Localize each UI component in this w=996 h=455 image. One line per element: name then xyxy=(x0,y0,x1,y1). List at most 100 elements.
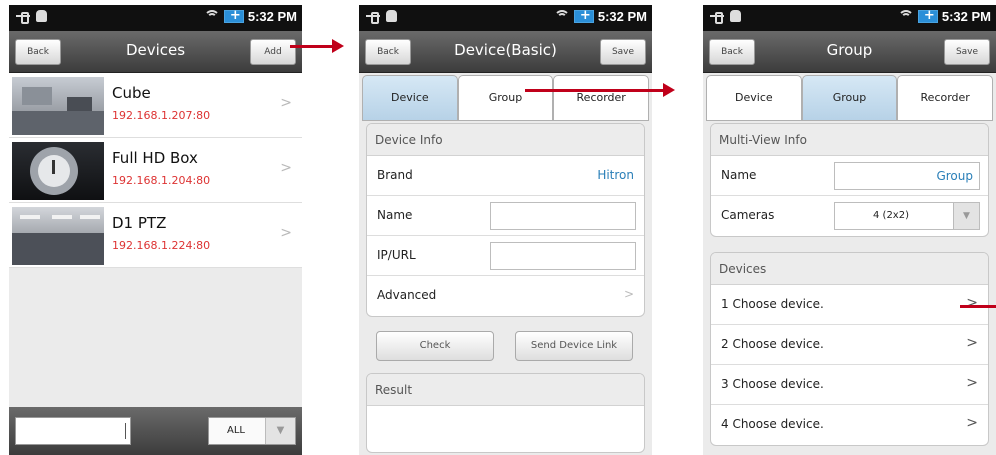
tab-device[interactable]: Device xyxy=(706,75,802,121)
chevron-right-icon: > xyxy=(966,375,978,391)
brand-row[interactable]: Brand Hitron xyxy=(367,156,644,196)
section-header: Devices xyxy=(711,253,988,285)
title-bar: Back Group Save xyxy=(703,31,996,73)
chevron-right-icon: > xyxy=(966,335,978,351)
name-input[interactable] xyxy=(490,202,636,230)
filter-select[interactable]: ALL ▼ xyxy=(208,417,296,445)
wifi-icon xyxy=(553,8,570,24)
list-item[interactable]: D1 PTZ 192.168.1.224:80 > xyxy=(9,203,302,268)
ipurl-label: IP/URL xyxy=(377,248,416,262)
brand-label: Brand xyxy=(377,168,413,182)
usb-icon xyxy=(709,10,725,24)
flow-arrow-add xyxy=(290,39,344,53)
tab-recorder[interactable]: Recorder xyxy=(897,75,994,121)
tab-group[interactable]: Group xyxy=(801,75,898,121)
save-button[interactable]: Save xyxy=(944,39,990,65)
chevron-right-icon: > xyxy=(623,287,634,301)
section-header: Multi-View Info xyxy=(711,124,988,156)
chevron-right-icon: > xyxy=(966,415,978,431)
device-name: Full HD Box xyxy=(112,149,198,167)
cameras-label: Cameras xyxy=(721,208,775,222)
title-bar: Back Device(Basic) Save xyxy=(359,31,652,73)
device-basic-screen: 5:32 PM Back Device(Basic) Save Device G… xyxy=(359,5,652,455)
flow-arrow-device xyxy=(960,305,996,308)
ipurl-row: IP/URL xyxy=(367,236,644,276)
list-item[interactable]: Full HD Box 192.168.1.204:80 > xyxy=(9,138,302,203)
status-bar: 5:32 PM xyxy=(9,5,302,31)
chevron-right-icon: > xyxy=(280,160,292,176)
result-section: Result xyxy=(366,373,645,453)
tab-recorder[interactable]: Recorder xyxy=(553,75,650,121)
devices-screen: 5:32 PM Back Devices Add Cube 192.168.1.… xyxy=(9,5,302,455)
tab-bar: Device Group Recorder xyxy=(362,75,650,121)
send-device-link-button[interactable]: Send Device Link xyxy=(515,331,633,361)
battery-icon xyxy=(917,8,938,23)
group-screen: 5:32 PM Back Group Save Device Group Rec… xyxy=(703,5,996,455)
device-info-section: Device Info Brand Hitron Name IP/URL Adv… xyxy=(366,123,645,317)
chevron-right-icon: > xyxy=(280,225,292,241)
brand-value: Hitron xyxy=(597,168,634,182)
device-address: 192.168.1.207:80 xyxy=(112,109,211,122)
device-slot-label: 3 Choose device. xyxy=(721,377,824,391)
search-input[interactable] xyxy=(15,417,131,445)
device-name: Cube xyxy=(112,84,151,102)
clock: 5:32 PM xyxy=(941,8,991,24)
section-header: Device Info xyxy=(367,124,644,156)
title-bar: Back Devices Add xyxy=(9,31,302,73)
name-label: Name xyxy=(721,168,757,182)
device-slot-1[interactable]: 1 Choose device. > xyxy=(711,285,988,325)
section-header: Result xyxy=(367,374,644,406)
group-name-input[interactable]: Group xyxy=(834,162,980,190)
device-address: 192.168.1.204:80 xyxy=(112,174,211,187)
flow-arrow-group xyxy=(525,83,675,97)
chevron-right-icon: > xyxy=(966,295,978,311)
group-name-row: Name Group xyxy=(711,156,988,196)
chevron-down-icon: ▼ xyxy=(265,418,295,444)
battery-icon xyxy=(573,8,594,23)
add-button[interactable]: Add xyxy=(250,39,296,65)
check-button[interactable]: Check xyxy=(376,331,494,361)
device-slot-4[interactable]: 4 Choose device. > xyxy=(711,405,988,445)
bottom-bar: ALL ▼ xyxy=(9,407,302,455)
advanced-row[interactable]: Advanced > xyxy=(367,276,644,316)
device-slot-label: 1 Choose device. xyxy=(721,297,824,311)
wifi-icon xyxy=(897,8,914,24)
device-slot-label: 4 Choose device. xyxy=(721,417,824,431)
device-slot-label: 2 Choose device. xyxy=(721,337,824,351)
tab-group[interactable]: Group xyxy=(457,75,554,121)
multiview-info-section: Multi-View Info Name Group Cameras 4 (2x… xyxy=(710,123,989,237)
camera-thumbnail xyxy=(12,77,104,135)
status-bar: 5:32 PM xyxy=(703,5,996,31)
clock: 5:32 PM xyxy=(597,8,647,24)
name-row: Name xyxy=(367,196,644,236)
device-slot-2[interactable]: 2 Choose device. > xyxy=(711,325,988,365)
cameras-value: 4 (2x2) xyxy=(873,210,909,221)
device-list: Cube 192.168.1.207:80 > Full HD Box 192.… xyxy=(9,73,302,268)
camera-thumbnail xyxy=(12,142,104,200)
battery-icon xyxy=(223,8,244,23)
android-icon xyxy=(386,10,397,22)
tab-bar: Device Group Recorder xyxy=(706,75,994,121)
advanced-label: Advanced xyxy=(377,288,437,302)
clock: 5:32 PM xyxy=(247,8,297,24)
chevron-down-icon: ▼ xyxy=(953,203,979,229)
tab-device[interactable]: Device xyxy=(362,75,458,121)
cameras-row: Cameras 4 (2x2) ▼ xyxy=(711,196,988,236)
chevron-right-icon: > xyxy=(280,95,292,111)
devices-section: Devices 1 Choose device. > 2 Choose devi… xyxy=(710,252,989,446)
android-icon xyxy=(730,10,741,22)
camera-thumbnail xyxy=(12,207,104,265)
device-address: 192.168.1.224:80 xyxy=(112,239,211,252)
wifi-icon xyxy=(203,8,220,24)
device-name: D1 PTZ xyxy=(112,214,167,232)
ipurl-input[interactable] xyxy=(490,242,636,270)
device-slot-3[interactable]: 3 Choose device. > xyxy=(711,365,988,405)
usb-icon xyxy=(15,10,31,24)
filter-value: ALL xyxy=(227,425,245,436)
usb-icon xyxy=(365,10,381,24)
android-icon xyxy=(36,10,47,22)
cameras-select[interactable]: 4 (2x2) ▼ xyxy=(834,202,980,230)
name-label: Name xyxy=(377,208,413,222)
list-item[interactable]: Cube 192.168.1.207:80 > xyxy=(9,73,302,138)
save-button[interactable]: Save xyxy=(600,39,646,65)
